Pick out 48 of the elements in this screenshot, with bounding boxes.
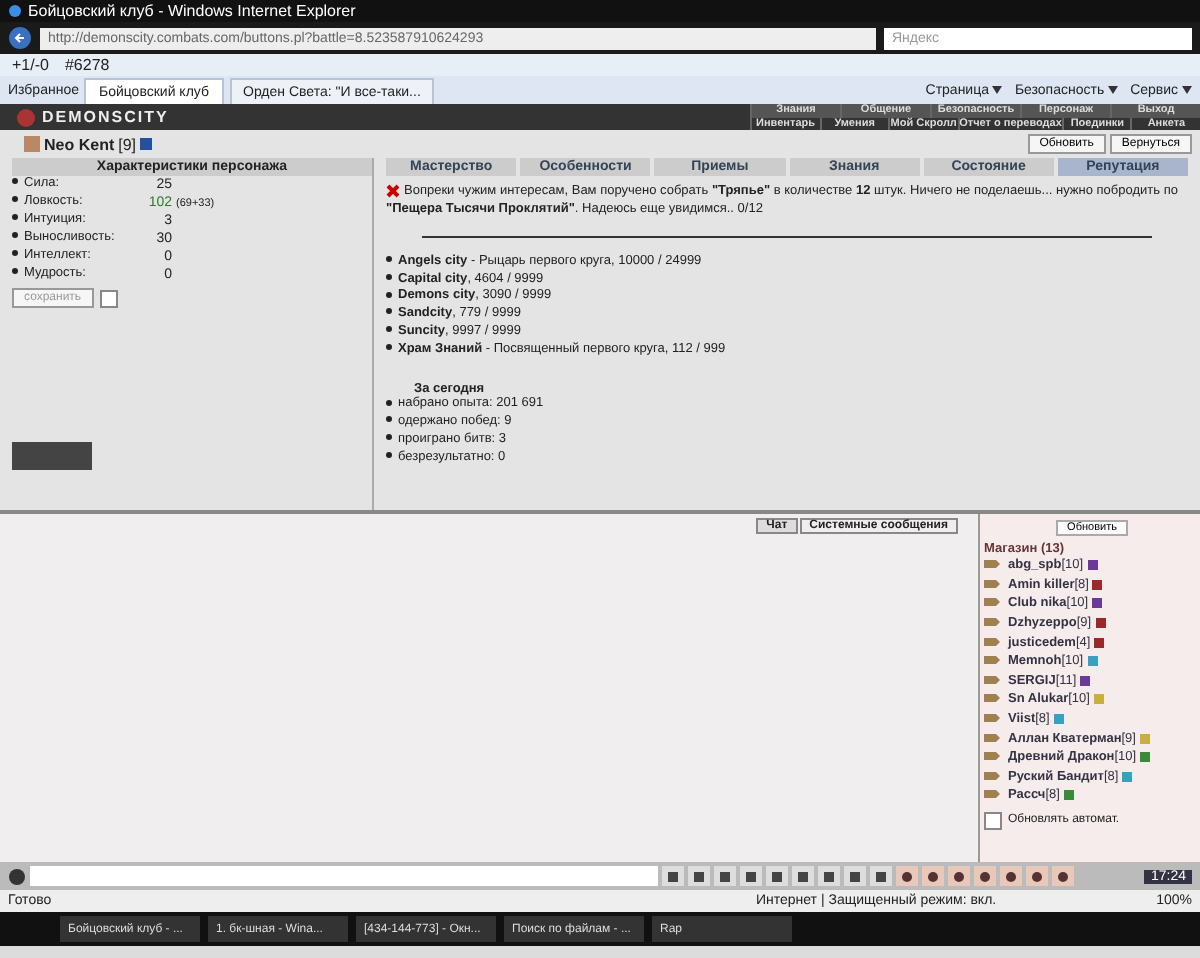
info-icon[interactable]: [140, 138, 153, 150]
chat-tool-button[interactable]: [922, 866, 944, 886]
square-icon: [874, 869, 888, 883]
chat-tool-button[interactable]: [974, 866, 996, 886]
square-icon: [796, 869, 810, 883]
character-level: [9]: [118, 135, 137, 153]
character-name: Neo Kent: [44, 135, 115, 153]
chat-tool-button[interactable]: [766, 866, 788, 886]
chat-tool-button[interactable]: [1026, 866, 1048, 886]
save-checkbox[interactable]: [99, 289, 118, 307]
dot-icon: [1056, 869, 1070, 883]
chat-tool-button[interactable]: [870, 866, 892, 886]
square-icon: [822, 869, 836, 883]
chat-tool-button[interactable]: [1052, 866, 1074, 886]
square-icon: [848, 869, 862, 883]
square-icon: [718, 869, 732, 883]
chat-tool-button[interactable]: [714, 866, 736, 886]
back-icon[interactable]: [8, 26, 32, 50]
window-title: Бойцовский клуб - Windows Internet Explorer: [28, 2, 356, 20]
dot-icon: [952, 869, 966, 883]
caret-icon: [1108, 85, 1119, 93]
chat-tool-button[interactable]: [740, 866, 762, 886]
chat-tool-button[interactable]: [792, 866, 814, 886]
dot-icon: [1004, 869, 1018, 883]
chat-tool-button[interactable]: [688, 866, 710, 886]
chat-tool-button[interactable]: [818, 866, 840, 886]
toolbar-item[interactable]: #6278: [64, 56, 110, 74]
chat-tool-button[interactable]: [1000, 866, 1022, 886]
toolbar-item[interactable]: +1/-0: [12, 56, 49, 74]
dot-icon: [926, 869, 940, 883]
counter-banner: [12, 442, 92, 470]
auto-refresh-checkbox[interactable]: [984, 811, 1002, 830]
square-icon: [770, 869, 784, 883]
dot-icon: [900, 869, 914, 883]
square-icon: [744, 869, 758, 883]
chat-tool-button[interactable]: [948, 866, 970, 886]
square-icon: [692, 869, 706, 883]
caret-icon: [992, 85, 1003, 93]
site-logo: DEMONSCITY: [42, 108, 169, 126]
chat-tool-button[interactable]: [662, 866, 684, 886]
square-icon: [666, 869, 680, 883]
dot-icon: [1030, 869, 1044, 883]
dot-icon: [978, 869, 992, 883]
cross-icon: [386, 184, 400, 198]
chat-tool-button[interactable]: [896, 866, 918, 886]
caret-icon: [1182, 85, 1192, 93]
chat-input[interactable]: [30, 866, 658, 886]
chat-tool-button[interactable]: [844, 866, 866, 886]
